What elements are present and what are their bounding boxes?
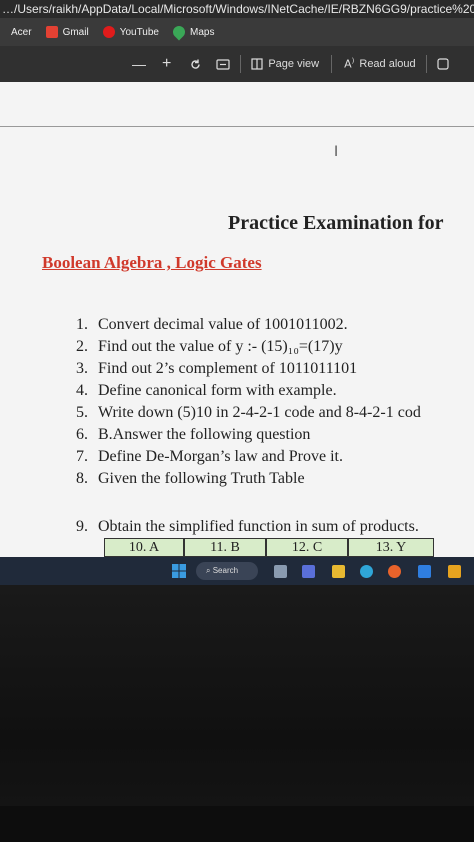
question-9: 9. Obtain the simplified function in sum…: [62, 518, 419, 536]
laptop-bezel: [0, 585, 474, 842]
list-item: 8. Given the following Truth Table: [62, 468, 421, 490]
question-text: Write down (5)10 in 2-4-2-1 code and 8-4…: [98, 404, 421, 421]
exam-title: Practice Examination for: [228, 212, 444, 234]
page-view-label: Page view: [268, 58, 320, 70]
read-aloud-button[interactable]: A) Read aloud: [344, 57, 416, 71]
table-header-cell: 12. C: [266, 538, 348, 557]
question-number: 5.: [76, 404, 88, 421]
question-number: 6.: [76, 426, 88, 443]
zoom-out-button[interactable]: —: [132, 56, 146, 72]
zoom-in-button[interactable]: +: [162, 55, 171, 73]
question-number: 2.: [76, 338, 88, 355]
list-item: 2. Find out the value of y :- (15)₁₀=(17)…: [62, 336, 421, 358]
bookmark-gmail[interactable]: Gmail: [45, 26, 89, 38]
bookmark-label: Acer: [11, 26, 32, 38]
question-number: 8.: [76, 470, 88, 487]
zoom-out-label: —: [132, 56, 146, 72]
bookmarks-bar: Acer Gmail YouTube Maps: [0, 18, 474, 46]
bookmark-label: YouTube: [119, 26, 159, 38]
list-item: 5. Write down (5)10 in 2-4-2-1 code and 8…: [62, 402, 421, 424]
more-tools-button[interactable]: [437, 58, 449, 70]
question-text: Find out the value of y :- (15)₁₀=(17)y: [98, 338, 343, 355]
gmail-icon: [45, 26, 58, 38]
question-text: Given the following Truth Table: [98, 470, 305, 487]
bookmark-label: Gmail: [62, 26, 89, 38]
page-divider: [0, 126, 474, 127]
list-item: 4. Define canonical form with example.: [62, 380, 421, 402]
question-text: Obtain the simplified function in sum of…: [98, 518, 419, 535]
search-icon: ⌕: [206, 566, 211, 575]
question-number: 9.: [76, 518, 88, 535]
firefox-icon[interactable]: [388, 565, 401, 578]
address-bar[interactable]: …/Users/raikh/AppData/Local/Microsoft/Wi…: [0, 0, 474, 18]
bookmark-acer[interactable]: Acer: [6, 26, 32, 38]
question-text: Find out 2’s complement of 1011011101: [98, 360, 358, 377]
facebook-icon[interactable]: [418, 565, 431, 578]
text-cursor-icon: I: [334, 144, 339, 160]
table-header-cell: 10. A: [104, 538, 184, 557]
list-item: 1. Convert decimal value of 1001011002.: [62, 314, 421, 336]
edge-icon[interactable]: [360, 565, 373, 578]
question-list: 1. Convert decimal value of 1001011002. 2…: [62, 314, 421, 490]
windows-taskbar: ⌕ Search: [0, 557, 474, 585]
list-item: 7. Define De-Morgan’s law and Prove it.: [62, 446, 421, 468]
question-text: Convert decimal value of 1001011002.: [98, 316, 348, 333]
question-number: 7.: [76, 448, 88, 465]
bookmark-youtube[interactable]: YouTube: [102, 26, 159, 38]
question-number: 4.: [76, 382, 88, 399]
list-item: 3. Find out 2’s complement of 1011011101: [62, 358, 421, 380]
app-icon[interactable]: [448, 565, 461, 578]
toolbar-divider: [425, 55, 427, 73]
toolbar-divider: [240, 55, 242, 73]
taskbar-search[interactable]: ⌕ Search: [196, 562, 258, 580]
page-view-button[interactable]: Page view: [251, 58, 319, 70]
zoom-in-label: +: [162, 55, 172, 72]
draw-icon: [437, 58, 449, 70]
list-item: 6. B.Answer the following question: [62, 424, 421, 446]
question-text: B.Answer the following question: [98, 426, 311, 443]
page-view-icon: [251, 58, 263, 70]
subject-heading: Boolean Algebra , Logic Gates: [42, 253, 262, 272]
pdf-page: I Practice Examination for Boolean Algeb…: [0, 82, 474, 557]
read-aloud-label: Read aloud: [359, 58, 416, 70]
keyboard-edge: [0, 806, 474, 842]
table-header-cell: 13. Y: [348, 538, 434, 557]
maps-icon: [170, 23, 188, 41]
pdf-toolbar: — + Page view A) Read aloud: [0, 46, 474, 82]
file-explorer-icon[interactable]: [332, 565, 345, 578]
bookmark-label: Maps: [189, 26, 215, 38]
toolbar-divider: [331, 55, 333, 73]
rotate-button[interactable]: [189, 58, 202, 71]
question-number: 3.: [76, 360, 88, 377]
question-text: Define De-Morgan’s law and Prove it.: [98, 448, 343, 465]
bookmark-maps[interactable]: Maps: [170, 23, 215, 41]
youtube-icon: [102, 26, 115, 38]
read-aloud-icon: A): [344, 57, 355, 71]
screen: …/Users/raikh/AppData/Local/Microsoft/Wi…: [0, 0, 474, 585]
fit-page-button[interactable]: [216, 58, 230, 70]
search-label: Search: [212, 566, 239, 575]
fit-page-icon: [216, 58, 230, 70]
windows-start-icon[interactable]: [172, 564, 186, 578]
question-text: Define canonical form with example.: [98, 382, 337, 399]
meet-icon[interactable]: [302, 565, 315, 578]
table-header-cell: 11. B: [184, 538, 266, 557]
question-number: 1.: [76, 316, 88, 333]
task-view-icon[interactable]: [274, 565, 287, 578]
address-text: …/Users/raikh/AppData/Local/Microsoft/Wi…: [2, 2, 474, 16]
truth-table-header: 10. A 11. B 12. C 13. Y: [104, 538, 434, 557]
rotate-icon: [191, 59, 201, 69]
